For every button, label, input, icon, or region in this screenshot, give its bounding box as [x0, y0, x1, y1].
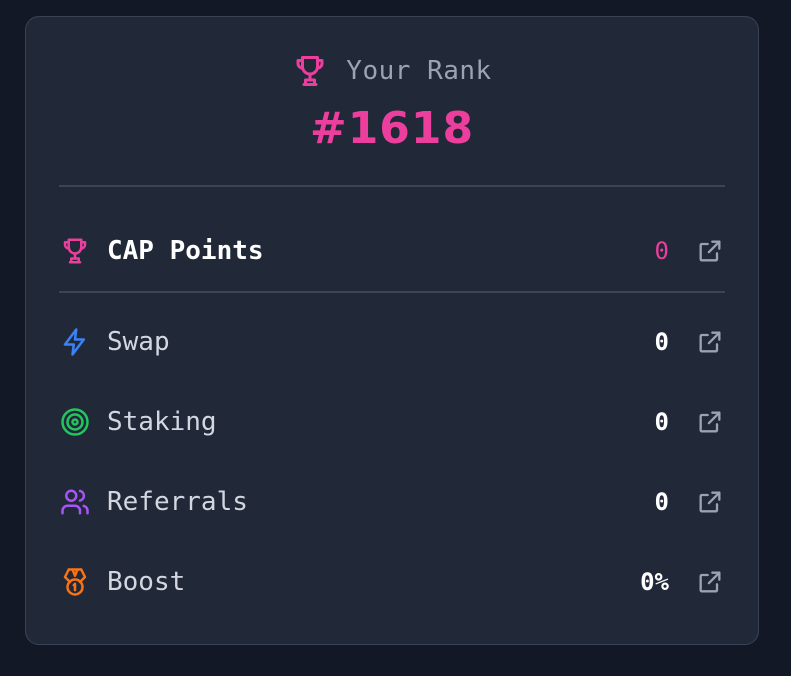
referrals-value: 0 [654, 488, 669, 516]
referrals-label: Referrals [107, 487, 248, 517]
rank-value: #1618 [309, 103, 475, 154]
referrals-row: Referrals 0 [59, 482, 725, 522]
points-card: Your Rank #1618 CAP Points 0 Swap 0 Stak… [25, 16, 759, 645]
rank-label: Your Rank [346, 56, 492, 86]
boost-value: 0% [640, 568, 669, 596]
target-icon [59, 406, 91, 438]
cap-points-label: CAP Points [107, 236, 264, 266]
staking-value: 0 [654, 408, 669, 436]
divider [59, 291, 725, 293]
boost-label: Boost [107, 567, 186, 597]
swap-row: Swap 0 [59, 322, 725, 362]
medal-icon [59, 566, 91, 598]
external-link-icon[interactable] [695, 236, 725, 266]
divider [59, 185, 725, 187]
rank-header: Your Rank [26, 53, 758, 89]
cap-points-row: CAP Points 0 [59, 231, 725, 271]
external-link-icon[interactable] [695, 567, 725, 597]
staking-row: Staking 0 [59, 402, 725, 442]
trophy-icon [59, 235, 91, 267]
lightning-icon [59, 326, 91, 358]
external-link-icon[interactable] [695, 487, 725, 517]
swap-label: Swap [107, 327, 170, 357]
users-icon [59, 486, 91, 518]
trophy-icon [292, 53, 328, 89]
staking-label: Staking [107, 407, 217, 437]
swap-value: 0 [654, 328, 669, 356]
external-link-icon[interactable] [695, 327, 725, 357]
external-link-icon[interactable] [695, 407, 725, 437]
boost-row: Boost 0% [59, 562, 725, 602]
cap-points-value: 0 [654, 237, 669, 265]
